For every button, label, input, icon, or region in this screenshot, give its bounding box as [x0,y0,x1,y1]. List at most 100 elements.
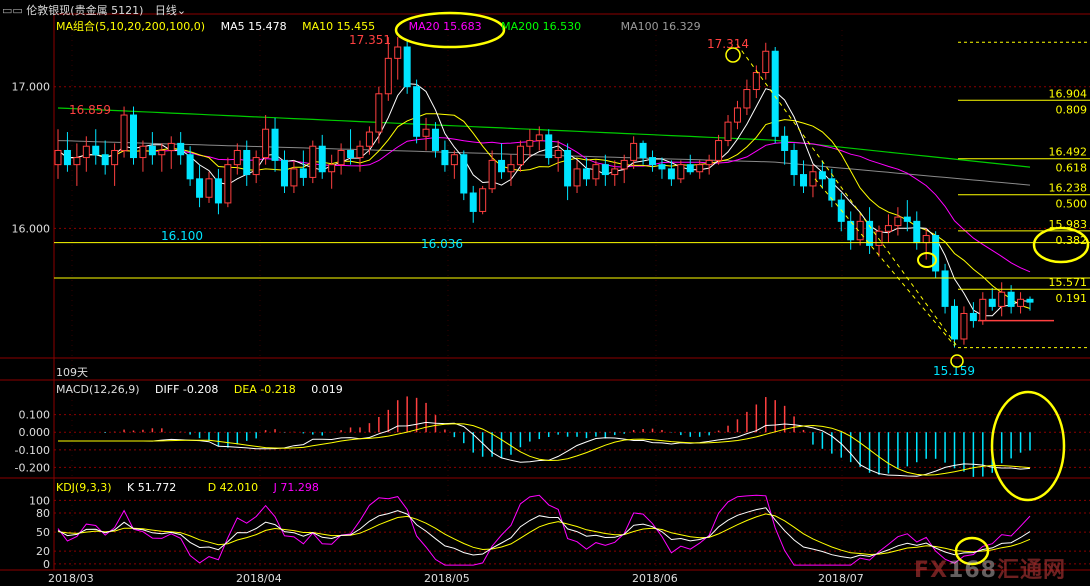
candle-body [233,149,241,166]
watermark-cn: 汇通网 [996,558,1066,583]
candle-body [120,114,128,151]
macd-dea: DEA -0.218 [233,383,296,396]
fib-price-label: 16.904 [1049,87,1088,100]
candle-body [667,168,675,180]
candle-body [186,154,194,180]
watermark-fx: FX [914,558,949,583]
candle-body [535,134,543,142]
candle-body [394,46,402,59]
period-selector[interactable]: 日线⌄ [155,4,186,17]
y-tick-label: 80 [36,507,50,520]
instrument-title: 伦敦银现(贵金属 5121) [26,4,144,17]
y-tick-label: 50 [36,526,50,539]
title-bar: ▭▭ 伦敦银现(贵金属 5121) 日线⌄ [2,2,186,18]
candle-body [545,134,553,159]
x-tick-label: 2018/05 [424,572,470,585]
candle-body [639,142,647,159]
candle-body [460,154,468,194]
candle-body [337,149,345,166]
candle-body [328,164,336,173]
candle-body [951,305,959,340]
x-tick-label: 2018/06 [632,572,678,585]
candlestick-chart[interactable]: 17.000 16.000 0.100 0.000 -0.100 -0.200 10080 5… [0,0,1090,586]
candle-body [111,149,119,166]
y-tick-label: -0.200 [15,461,50,474]
x-tick-label: 2018/04 [236,572,282,585]
candle-body [488,159,496,190]
candle-body [922,235,930,244]
candle-body [601,164,609,176]
candle-body [884,225,892,232]
candle-body [800,174,808,187]
candle-body [903,216,911,222]
macd-value: 0.019 [311,383,343,396]
candle-body [516,145,524,166]
candle-body [422,128,430,137]
candle-body [715,140,723,161]
candle-body [894,216,902,227]
fib-ratio-label: 0.191 [1056,292,1088,305]
candle-body [592,164,600,180]
price-extreme-label: 17.351 [349,33,391,47]
candle-body [224,164,232,204]
candle-body [573,168,581,187]
fib-ratio-label: 0.500 [1056,198,1088,211]
x-tick-label: 2018/07 [818,572,864,585]
candle-body [630,142,638,161]
y-tick-label: 16.000 [12,222,51,235]
candle-body [752,72,760,91]
candle-body [1007,291,1015,307]
candle-body [280,159,288,187]
candle-body [205,178,213,198]
candle-body [526,140,534,147]
macd-legend[interactable]: MACD(12,26,9) DIFF -0.208 DEA -0.218 0.0… [56,383,355,396]
candle-body [507,164,515,173]
candle-body [384,57,392,95]
candle-body [998,291,1006,307]
candle-body [73,157,81,166]
ma20-value: MA20 15.683 [408,20,482,33]
fib-price-label: 16.238 [1049,182,1088,195]
fib-ratio-label: 0.618 [1056,162,1088,175]
ma-legend[interactable]: MA组合(5,10,20,200,100,0) MA5 15.478 MA10 … [56,18,713,34]
y-tick-label: 20 [36,545,50,558]
candle-body [696,164,704,173]
candle-body [469,192,477,212]
candle-body [403,46,411,88]
fib-price-label: 15.571 [1049,276,1088,289]
candle-body [658,164,666,170]
candle-body [677,164,685,180]
candle-body [262,128,270,159]
price-extreme-label: 16.036 [421,237,463,251]
candle-body [243,149,251,176]
candle-body [413,86,421,137]
candle-body [781,135,789,151]
candle-body [148,145,156,156]
candle-body [941,270,949,307]
y-tick-label: -0.100 [15,444,50,457]
candle-body [299,168,307,178]
ma200-value: MA200 16.530 [501,20,582,33]
candle-body [743,89,751,109]
candle-body [554,149,562,159]
candle-body [196,178,204,198]
y-tick-label: 17.000 [12,81,51,94]
candle-body [818,171,826,180]
candle-body [214,178,222,204]
candle-body [649,157,657,166]
candle-body [158,149,166,156]
candle-body [177,142,185,156]
candle-body [960,312,968,340]
fib-price-label: 16.492 [1049,146,1088,159]
candle-body [828,178,836,201]
candle-body [92,145,100,156]
candle-body [252,157,260,176]
candle-body [724,121,732,142]
kdj-legend[interactable]: KDJ(9,3,3) K 51.772 D 42.010 J 71.298 [56,481,331,494]
candle-body [139,145,147,159]
candle-body [441,149,449,166]
window-icon: ▭▭ [2,4,23,17]
candle-body [582,168,590,180]
kdj-legend-label: KDJ(9,3,3) [56,481,112,494]
kdj-d: D 42.010 [207,481,259,494]
